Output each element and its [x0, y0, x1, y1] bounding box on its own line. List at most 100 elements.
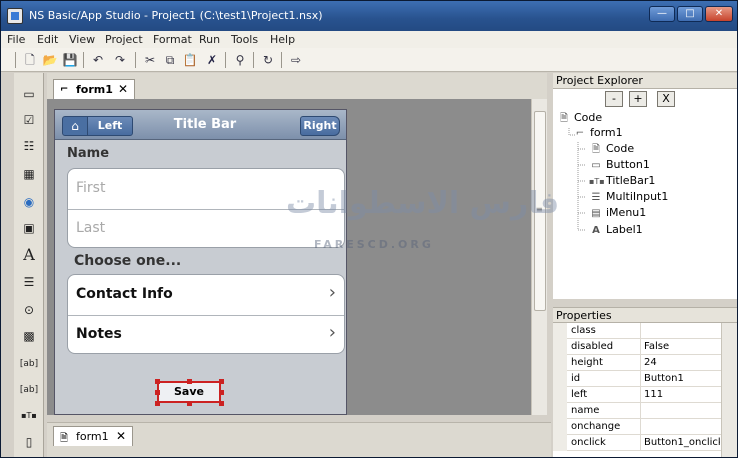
toolbox-more-icon[interactable]: ▯ — [19, 433, 39, 451]
property-value[interactable]: 111 — [644, 389, 720, 400]
toolbox-titlebar-icon[interactable]: ▪T▪ — [19, 407, 39, 425]
tab-close-icon[interactable]: ✕ — [116, 429, 126, 443]
menu-file[interactable]: File — [7, 33, 25, 46]
toolbox-checkbox-icon[interactable]: ☑ — [19, 111, 39, 129]
menu-run[interactable]: Run — [199, 33, 220, 46]
toolbox-image-icon[interactable]: ▣ — [19, 219, 39, 237]
remove-button[interactable]: X — [657, 91, 675, 107]
form-icon: ⌐ — [575, 128, 585, 139]
titlebar-control[interactable]: ⌂ Left Title Bar Right — [55, 110, 346, 140]
paste-icon[interactable]: 📋 — [181, 51, 199, 69]
tree-node-form1-code[interactable]: 🗎 Code — [589, 142, 634, 159]
column-divider — [640, 355, 641, 371]
property-row-id[interactable]: id Button1 — [553, 371, 721, 387]
column-divider — [640, 419, 641, 435]
tree-node-button1[interactable]: ▭ Button1 — [589, 158, 650, 171]
expand-button[interactable]: + — [629, 91, 647, 107]
tab-close-icon[interactable]: ✕ — [118, 82, 128, 96]
tab-form1[interactable]: ⌐ form1 ✕ — [53, 79, 135, 99]
toolbox-grid-icon[interactable]: ▦ — [19, 165, 39, 183]
property-row-height[interactable]: height 24 — [553, 355, 721, 371]
collapse-button[interactable]: - — [605, 91, 623, 107]
properties-scrollbar[interactable] — [721, 323, 737, 457]
run-icon[interactable]: ⇨ — [287, 51, 305, 69]
cut-icon[interactable]: ✂ — [141, 51, 159, 69]
editor-tab-strip: ⌐ form1 ✕ — [47, 73, 547, 99]
tree-node-label: iMenu1 — [606, 206, 647, 219]
menu-project[interactable]: Project — [105, 33, 143, 46]
property-row-disabled[interactable]: disabled False — [553, 339, 721, 355]
first-field[interactable]: First — [68, 169, 344, 209]
save-icon[interactable]: 💾 — [61, 51, 79, 69]
editor-scrollbar[interactable]: ≡ — [531, 99, 547, 415]
property-row-left[interactable]: left 111 — [553, 387, 721, 403]
properties-header: Properties — [553, 307, 737, 323]
property-row-onclick[interactable]: onclick Button1_onclick — [553, 435, 721, 451]
redo-icon[interactable]: ↷ — [111, 51, 129, 69]
last-field[interactable]: Last — [68, 209, 344, 248]
row-gutter — [553, 403, 567, 419]
tree-node-imenu1[interactable]: ▤ iMenu1 — [589, 206, 646, 219]
menu-format[interactable]: Format — [153, 33, 192, 46]
tree-node-form1[interactable]: ⌐ form1 — [573, 126, 623, 139]
property-row-onchange[interactable]: onchange — [553, 419, 721, 435]
selection-handle[interactable] — [155, 390, 160, 395]
menu-edit[interactable]: Edit — [37, 33, 58, 46]
new-icon[interactable]: 🗋 — [21, 51, 39, 69]
tab-form1-code[interactable]: 🗎 form1 ✕ — [53, 426, 133, 446]
toolbox-button-icon[interactable]: ▭ — [19, 85, 39, 103]
menu-item-label: Contact Info — [76, 286, 173, 302]
toolbar-separator — [225, 52, 226, 68]
menu-bar: File Edit View Project Format Run Tools … — [1, 31, 737, 48]
close-button[interactable]: ✕ — [705, 6, 733, 22]
menu-item-contact-info[interactable]: Contact Info › — [68, 275, 344, 315]
document-icon: 🗎 — [60, 433, 69, 444]
menu-item-notes[interactable]: Notes › — [68, 315, 344, 354]
toolbox-globe-icon[interactable]: ◉ — [19, 193, 39, 211]
property-value[interactable]: Button1_onclick — [644, 437, 720, 448]
delete-icon[interactable]: ✗ — [203, 51, 221, 69]
tree-node-label1[interactable]: A Label1 — [589, 223, 643, 236]
property-key: name — [571, 405, 600, 416]
property-value[interactable]: Button1 — [644, 373, 720, 384]
copy-icon[interactable]: ⧉ — [161, 51, 179, 69]
toolbox-listview-icon[interactable]: ☷ — [19, 137, 39, 155]
find-icon[interactable]: ⚲ — [231, 51, 249, 69]
toolbox-textbox-icon[interactable]: [ab] — [19, 355, 39, 373]
menu-view[interactable]: View — [69, 33, 95, 46]
home-icon[interactable]: ⌂ — [62, 116, 88, 136]
selection-handle[interactable] — [219, 379, 224, 384]
toolbar: 🗋 📂 💾 ↶ ↷ ✂ ⧉ 📋 ✗ ⚲ ↻ ⇨ — [1, 48, 737, 72]
comment-icon[interactable]: ↻ — [259, 51, 277, 69]
property-value[interactable]: False — [644, 341, 720, 352]
open-icon[interactable]: 📂 — [41, 51, 59, 69]
save-button[interactable]: Save — [157, 381, 221, 403]
tree-node-multiinput1[interactable]: ☰ MultiInput1 — [589, 190, 669, 203]
left-button[interactable]: Left — [87, 116, 133, 136]
minimize-button[interactable]: — — [649, 6, 675, 22]
menu-tools[interactable]: Tools — [231, 33, 258, 46]
toolbox-picture-icon[interactable]: ▩ — [19, 327, 39, 345]
selection-handle[interactable] — [155, 401, 160, 406]
toolbox-radio-icon[interactable]: ⊙ — [19, 301, 39, 319]
app-icon — [7, 8, 23, 24]
maximize-button[interactable]: □ — [677, 6, 703, 22]
property-row-name[interactable]: name — [553, 403, 721, 419]
menu-help[interactable]: Help — [270, 33, 295, 46]
selection-handle[interactable] — [219, 390, 224, 395]
toolbox-label-icon[interactable]: A — [19, 246, 39, 264]
property-row-class[interactable]: class — [553, 323, 721, 339]
undo-icon[interactable]: ↶ — [89, 51, 107, 69]
selection-handle[interactable] — [219, 401, 224, 406]
selection-handle[interactable] — [187, 379, 192, 384]
column-divider — [640, 323, 641, 339]
tree-node-titlebar1[interactable]: ▪T▪TitleBar1 — [589, 174, 655, 187]
toolbox-list-icon[interactable]: ☰ — [19, 273, 39, 291]
right-button[interactable]: Right — [300, 116, 340, 136]
toolbox-textarea-icon[interactable]: [ab] — [19, 381, 39, 399]
selection-handle[interactable] — [187, 401, 192, 406]
project-tree: 🗎 Code ⌐ form1 🗎 Code ▭ Button1 ▪T▪TitleBar1… — [553, 109, 737, 299]
selection-handle[interactable] — [155, 379, 160, 384]
property-value[interactable]: 24 — [644, 357, 720, 368]
chevron-right-icon: › — [328, 282, 336, 303]
